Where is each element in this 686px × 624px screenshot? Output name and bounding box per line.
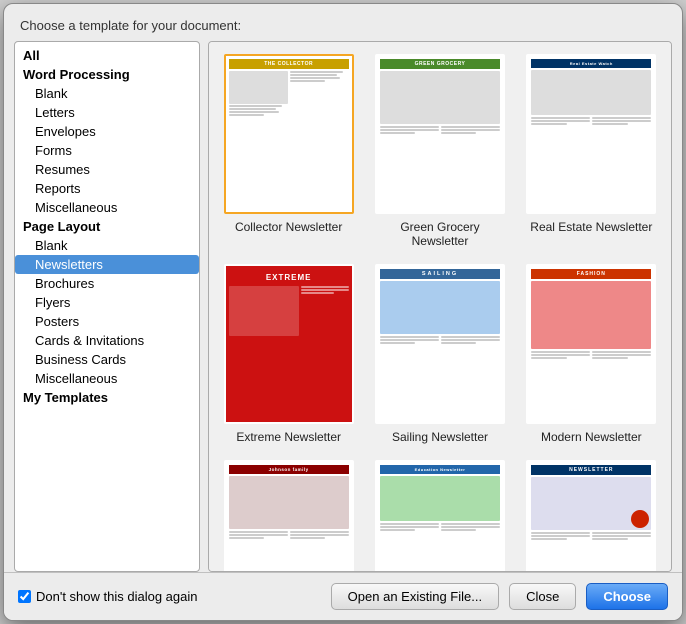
templates-scroll[interactable]: THE COLLECTOR Collector Newsletter GREEN xyxy=(208,41,672,572)
sidebar-item-word-processing: Word Processing xyxy=(15,65,199,84)
sidebar-item-flyers[interactable]: Flyers xyxy=(15,293,199,312)
sidebar-item-forms[interactable]: Forms xyxy=(15,141,199,160)
template-thumb-education: Education Newsletter xyxy=(375,460,505,572)
sidebar-item-page-layout: Page Layout xyxy=(15,217,199,236)
template-thumb-real-estate: Real Estate Watch xyxy=(526,54,656,214)
template-thumb-sailing: SAILING xyxy=(375,264,505,424)
sidebar-item-letters[interactable]: Letters xyxy=(15,103,199,122)
template-thumb-family: Johnson family xyxy=(224,460,354,572)
template-label-real-estate: Real Estate Newsletter xyxy=(530,220,652,234)
sidebar-item-business-cards[interactable]: Business Cards xyxy=(15,350,199,369)
template-item-green-grocery[interactable]: GREEN GROCERY Green Grocery Newsletter xyxy=(372,54,507,248)
sidebar-item-newsletters[interactable]: Newsletters xyxy=(15,255,199,274)
checkbox-area: Don't show this dialog again xyxy=(18,589,321,604)
template-thumb-club: NEWSLETTER xyxy=(526,460,656,572)
close-button[interactable]: Close xyxy=(509,583,576,610)
template-label-extreme: Extreme Newsletter xyxy=(236,430,341,444)
choose-button[interactable]: Choose xyxy=(586,583,668,610)
template-thumb-modern: FASHION xyxy=(526,264,656,424)
dialog-footer: Don't show this dialog again Open an Exi… xyxy=(4,572,682,620)
dialog: Choose a template for your document: All… xyxy=(3,3,683,621)
sidebar-item-all: All xyxy=(15,46,199,65)
template-item-family[interactable]: Johnson family Family Newsletter xyxy=(221,460,356,572)
templates-grid: THE COLLECTOR Collector Newsletter GREEN xyxy=(221,54,659,572)
sidebar: AllWord ProcessingBlankLettersEnvelopesF… xyxy=(14,41,200,572)
dialog-body: AllWord ProcessingBlankLettersEnvelopesF… xyxy=(4,41,682,572)
dialog-header: Choose a template for your document: xyxy=(4,4,682,41)
template-item-extreme[interactable]: EXTREME Extreme Newsletter xyxy=(221,264,356,444)
sidebar-item-cards[interactable]: Cards & Invitations xyxy=(15,331,199,350)
template-item-real-estate[interactable]: Real Estate Watch Real Estate Newsletter xyxy=(524,54,659,248)
sidebar-item-reports[interactable]: Reports xyxy=(15,179,199,198)
template-label-green-grocery: Green Grocery Newsletter xyxy=(372,220,507,248)
dialog-title: Choose a template for your document: xyxy=(20,18,241,33)
template-thumb-green-grocery: GREEN GROCERY xyxy=(375,54,505,214)
sidebar-item-envelopes[interactable]: Envelopes xyxy=(15,122,199,141)
sidebar-item-posters[interactable]: Posters xyxy=(15,312,199,331)
template-item-club[interactable]: NEWSLETTER Club Newsletter xyxy=(524,460,659,572)
sidebar-item-misc-wp[interactable]: Miscellaneous xyxy=(15,198,199,217)
dont-show-checkbox[interactable] xyxy=(18,590,31,603)
template-item-collector[interactable]: THE COLLECTOR Collector Newsletter xyxy=(221,54,356,248)
content-area: THE COLLECTOR Collector Newsletter GREEN xyxy=(208,41,672,572)
footer-buttons: Open an Existing File... Close Choose xyxy=(331,583,668,610)
sidebar-item-resumes[interactable]: Resumes xyxy=(15,160,199,179)
template-item-modern[interactable]: FASHION Modern Newsletter xyxy=(524,264,659,444)
template-label-sailing: Sailing Newsletter xyxy=(392,430,488,444)
template-item-education[interactable]: Education Newsletter Education Newslette… xyxy=(372,460,507,572)
template-thumb-extreme: EXTREME xyxy=(224,264,354,424)
template-thumb-collector: THE COLLECTOR xyxy=(224,54,354,214)
dont-show-label[interactable]: Don't show this dialog again xyxy=(36,589,197,604)
sidebar-item-blank-wp[interactable]: Blank xyxy=(15,84,199,103)
template-item-sailing[interactable]: SAILING Sailing Newsletter xyxy=(372,264,507,444)
open-existing-button[interactable]: Open an Existing File... xyxy=(331,583,499,610)
sidebar-item-misc-pl[interactable]: Miscellaneous xyxy=(15,369,199,388)
template-label-modern: Modern Newsletter xyxy=(541,430,642,444)
sidebar-item-blank-pl[interactable]: Blank xyxy=(15,236,199,255)
template-label-collector: Collector Newsletter xyxy=(235,220,342,234)
sidebar-item-my-templates: My Templates xyxy=(15,388,199,407)
sidebar-item-brochures[interactable]: Brochures xyxy=(15,274,199,293)
